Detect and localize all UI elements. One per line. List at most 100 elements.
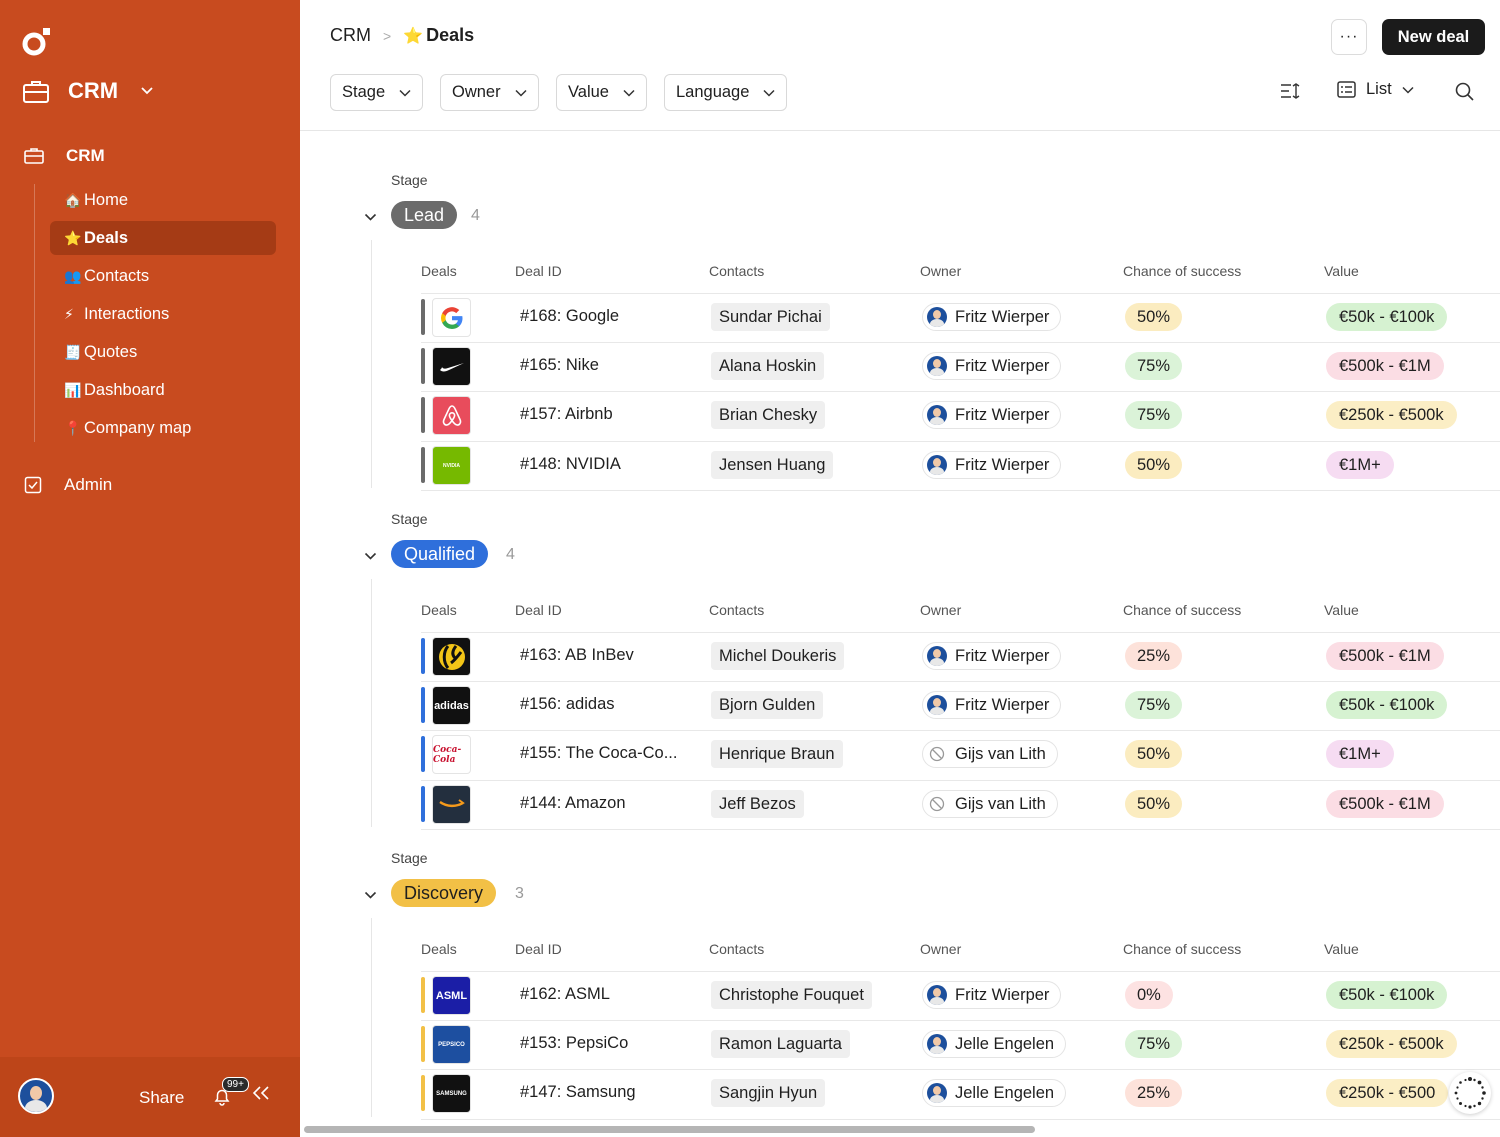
deal-id-link[interactable]: #162: ASML (520, 985, 610, 1004)
table-row[interactable]: adidas #156: adidas Bjorn Gulden Fritz Wier… (421, 681, 1500, 729)
sort-fields-icon[interactable] (1280, 82, 1300, 100)
group-collapse-chevron-icon[interactable] (364, 887, 377, 905)
column-header-owner[interactable]: Owner (920, 602, 961, 618)
owner-chip[interactable]: Gijs van Lith (922, 790, 1058, 818)
filter-value[interactable]: Value (556, 74, 647, 111)
column-header-chance-of-success[interactable]: Chance of success (1123, 263, 1241, 279)
deal-id-link[interactable]: #147: Samsung (520, 1083, 636, 1102)
column-header-value[interactable]: Value (1324, 941, 1359, 957)
table-row[interactable]: ASML #162: ASML Christophe Fouquet Fritz Wi… (421, 971, 1500, 1019)
column-header-contacts[interactable]: Contacts (709, 941, 764, 957)
new-deal-button[interactable]: New deal (1382, 19, 1485, 55)
search-icon[interactable] (1455, 82, 1474, 101)
column-header-deals[interactable]: Deals (421, 263, 457, 279)
app-logo-icon[interactable] (20, 26, 52, 58)
deal-id-link[interactable]: #148: NVIDIA (520, 455, 621, 474)
table-row[interactable]: #144: Amazon Jeff Bezos Gijs van Lith 50% €5… (421, 780, 1500, 828)
deal-id-link[interactable]: #157: Airbnb (520, 405, 613, 424)
value-badge: €1M+ (1326, 740, 1394, 768)
filter-owner[interactable]: Owner (440, 74, 539, 111)
samsung-logo: SAMSUNG (432, 1074, 471, 1113)
more-options-button[interactable]: ··· (1331, 19, 1367, 55)
sidebar-item-interactions[interactable]: ⚡ Interactions (50, 297, 276, 331)
contact-chip[interactable]: Sangjin Hyun (711, 1079, 826, 1107)
contact-chip[interactable]: Ramon Laguarta (711, 1030, 850, 1058)
table-row[interactable]: SAMSUNG #147: Samsung Sangjin Hyun Jelle En… (421, 1069, 1500, 1117)
table-row[interactable]: #163: AB InBev Michel Doukeris Fritz Wierp… (421, 632, 1500, 680)
column-header-owner[interactable]: Owner (920, 263, 961, 279)
column-header-deals[interactable]: Deals (421, 941, 457, 957)
column-header-value[interactable]: Value (1324, 263, 1359, 279)
avatar[interactable] (18, 1078, 54, 1114)
column-header-contacts[interactable]: Contacts (709, 602, 764, 618)
owner-chip[interactable]: Gijs van Lith (922, 740, 1058, 768)
column-header-owner[interactable]: Owner (920, 941, 961, 957)
group-collapse-chevron-icon[interactable] (364, 209, 377, 227)
workspace-switcher[interactable]: CRM (22, 78, 154, 104)
contact-chip[interactable]: Christophe Fouquet (711, 981, 872, 1009)
contact-chip[interactable]: Bjorn Gulden (711, 691, 824, 719)
sidebar-item-dashboard[interactable]: 📊 Dashboard (50, 373, 276, 407)
column-header-value[interactable]: Value (1324, 602, 1359, 618)
contact-chip[interactable]: Jensen Huang (711, 451, 834, 479)
column-header-deals[interactable]: Deals (421, 602, 457, 618)
view-switcher[interactable]: List (1337, 80, 1414, 99)
owner-chip[interactable]: Jelle Engelen (922, 1079, 1067, 1107)
nav-section-crm[interactable]: CRM (24, 146, 105, 166)
group-collapse-chevron-icon[interactable] (364, 548, 377, 566)
chance-badge: 50% (1125, 790, 1183, 818)
owner-name: Fritz Wierper (955, 307, 1050, 326)
column-header-deal-id[interactable]: Deal ID (515, 263, 562, 279)
stage-color-bar (421, 977, 425, 1013)
table-row[interactable]: #168: Google Sundar Pichai Fritz Wierper 50… (421, 293, 1500, 341)
deal-id-link[interactable]: #155: The Coca-Co... (520, 744, 677, 763)
stage-color-bar (421, 1075, 425, 1111)
owner-chip[interactable]: Fritz Wierper (922, 401, 1062, 429)
share-button[interactable]: Share (139, 1088, 184, 1108)
column-header-deal-id[interactable]: Deal ID (515, 941, 562, 957)
filter-stage[interactable]: Stage (330, 74, 424, 111)
sidebar-item-contacts[interactable]: 👥 Contacts (50, 259, 276, 293)
deal-id-link[interactable]: #165: Nike (520, 356, 599, 375)
table-row[interactable]: PEPSICO #153: PepsiCo Ramon Laguarta Jelle … (421, 1020, 1500, 1068)
owner-chip[interactable]: Fritz Wierper (922, 303, 1062, 331)
breadcrumb-root[interactable]: CRM (330, 25, 371, 46)
filter-label: Value (568, 83, 609, 101)
contact-chip[interactable]: Henrique Braun (711, 740, 843, 768)
owner-chip[interactable]: Fritz Wierper (922, 642, 1062, 670)
column-header-chance-of-success[interactable]: Chance of success (1123, 941, 1241, 957)
sidebar-item-deals[interactable]: ⭐ Deals (50, 221, 276, 255)
owner-chip[interactable]: Fritz Wierper (922, 981, 1062, 1009)
owner-chip[interactable]: Jelle Engelen (922, 1030, 1067, 1058)
table-row[interactable]: #165: Nike Alana Hoskin Fritz Wierper 75% €5… (421, 342, 1500, 390)
table-row[interactable]: NVIDIA #148: NVIDIA Jensen Huang Fritz Wier… (421, 441, 1500, 489)
sidebar-item-company-map[interactable]: 📍 Company map (50, 411, 276, 445)
table-row[interactable]: #157: Airbnb Brian Chesky Fritz Wierper 75%… (421, 391, 1500, 439)
table-row[interactable]: Coca-Cola #155: The Coca-Co... Henrique Br… (421, 730, 1500, 778)
column-header-contacts[interactable]: Contacts (709, 263, 764, 279)
sidebar-item-home[interactable]: 🏠 Home (50, 183, 276, 217)
filter-language[interactable]: Language (664, 74, 788, 111)
contact-chip[interactable]: Jeff Bezos (711, 790, 804, 818)
nav-section-admin[interactable]: Admin (24, 475, 112, 495)
deal-id-link[interactable]: #153: PepsiCo (520, 1034, 628, 1053)
contact-chip[interactable]: Sundar Pichai (711, 303, 830, 331)
deal-id-link[interactable]: #168: Google (520, 307, 619, 326)
column-header-deal-id[interactable]: Deal ID (515, 602, 562, 618)
logo-text: Coca-Cola (433, 744, 462, 765)
horizontal-scrollbar[interactable] (304, 1126, 1035, 1133)
collapse-sidebar-icon[interactable] (252, 1085, 270, 1101)
owner-chip[interactable]: Fritz Wierper (922, 352, 1062, 380)
contact-chip[interactable]: Alana Hoskin (711, 352, 825, 380)
deal-id-link[interactable]: #163: AB InBev (520, 646, 634, 665)
deal-id-link[interactable]: #156: adidas (520, 695, 615, 714)
stage-color-bar (421, 687, 425, 723)
contact-chip[interactable]: Brian Chesky (711, 401, 826, 429)
contact-chip[interactable]: Michel Doukeris (711, 642, 845, 670)
owner-chip[interactable]: Fritz Wierper (922, 451, 1062, 479)
sidebar-item-quotes[interactable]: 🧾 Quotes (50, 335, 276, 369)
cocacola-logo: Coca-Cola (432, 735, 471, 774)
owner-chip[interactable]: Fritz Wierper (922, 691, 1062, 719)
deal-id-link[interactable]: #144: Amazon (520, 794, 626, 813)
column-header-chance-of-success[interactable]: Chance of success (1123, 602, 1241, 618)
